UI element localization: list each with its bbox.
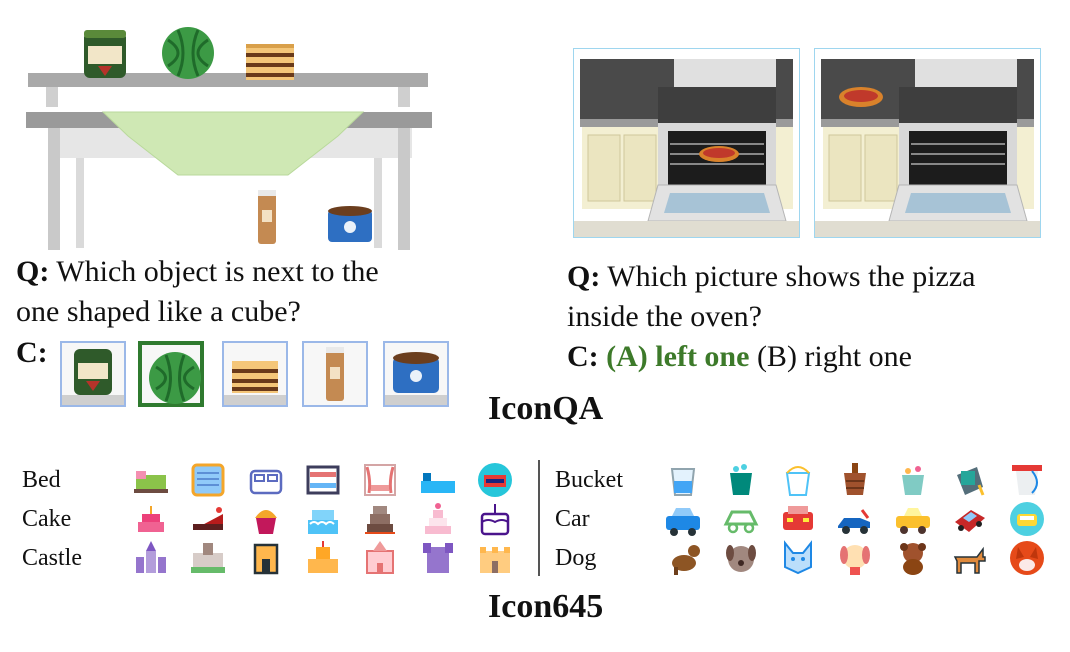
- sandcastle-icon: [308, 541, 338, 573]
- cake-slice-icon: [193, 507, 223, 530]
- question-left: Q: Which object is next to the one shape…: [16, 252, 446, 332]
- oven-with-pizza-outside-icon: [815, 59, 1040, 237]
- castle-icon: [191, 543, 225, 573]
- caption-icon645: Icon645: [488, 588, 604, 625]
- option-b[interactable]: (B) right one: [757, 340, 912, 373]
- caption-iconqa: IconQA: [488, 390, 604, 427]
- cake-icon: [138, 506, 164, 532]
- question-text-line1: Which picture shows the pizza: [607, 260, 976, 293]
- car-icon: [896, 508, 930, 534]
- choice-tube[interactable]: [302, 341, 368, 407]
- oven-with-pizza-inside-icon: [574, 59, 799, 237]
- cake-slice-icon: [224, 361, 286, 405]
- castle-icon: [136, 541, 166, 573]
- category-label-dog: Dog: [555, 545, 597, 571]
- dog-icon: [784, 540, 812, 575]
- dog-icon: [672, 545, 700, 575]
- bucket-icon: [670, 468, 696, 496]
- bucket-icon: [902, 466, 924, 495]
- category-label-car: Car: [555, 506, 590, 532]
- bed-icon: [191, 463, 225, 497]
- castle-icon: [480, 547, 510, 573]
- category-label-bed: Bed: [22, 467, 61, 493]
- car-icon: [955, 510, 985, 532]
- castle-icon: [366, 541, 394, 574]
- car-icon: [723, 510, 759, 534]
- tin-can-icon: [385, 352, 447, 405]
- table-scene: [26, 27, 432, 250]
- tube-icon: [326, 347, 344, 401]
- bucket-icon: [785, 466, 811, 496]
- jar-icon: [62, 349, 124, 405]
- dog-icon: [726, 545, 756, 572]
- question-prefix: Q:: [16, 255, 50, 288]
- tin-can-icon: [328, 206, 372, 242]
- choices-prefix: C:: [567, 340, 599, 373]
- bucket-icon: [957, 467, 985, 496]
- canopy-bed-icon: [364, 464, 396, 496]
- choice-jar[interactable]: [60, 341, 126, 407]
- car-icon: [1010, 502, 1044, 536]
- cake-icon: [480, 504, 510, 536]
- bed-icon: [421, 473, 455, 493]
- question-right: Q: Which picture shows the pizza inside …: [567, 257, 1047, 377]
- cupcake-icon: [255, 510, 277, 534]
- bucket-icon: [730, 464, 752, 495]
- bed-icon: [478, 463, 512, 497]
- watermelon-icon: [149, 352, 201, 404]
- question-text-line1: Which object is next to the: [56, 255, 379, 288]
- tower-icon: [253, 543, 279, 575]
- castle-icon: [423, 543, 453, 573]
- choice-watermelon[interactable]: [138, 341, 204, 407]
- choice-tin-can[interactable]: [383, 341, 449, 407]
- bed-icon: [134, 471, 168, 493]
- bucket-icon: [1012, 465, 1042, 495]
- wedding-cake-icon: [425, 503, 451, 534]
- cake-slice-icon: [246, 44, 294, 80]
- car-icon: [783, 506, 813, 530]
- question-text-line2: one shaped like a cube?: [16, 295, 301, 328]
- bunk-bed-icon: [306, 465, 340, 495]
- bed-icon: [249, 469, 283, 495]
- category-label-bucket: Bucket: [555, 467, 623, 493]
- car-icon: [838, 509, 870, 534]
- category-label-castle: Castle: [22, 545, 82, 571]
- tube-icon: [258, 190, 276, 244]
- category-label-cake: Cake: [22, 506, 72, 532]
- cake-icon: [365, 506, 395, 534]
- oven-picture-a[interactable]: [573, 48, 800, 238]
- divider: [538, 460, 540, 576]
- dog-icon: [840, 545, 870, 575]
- question-text-line2: inside the oven?: [567, 300, 762, 333]
- dog-icon: [900, 543, 926, 575]
- question-prefix: Q:: [567, 260, 601, 293]
- bucket-icon: [844, 463, 866, 495]
- cake-icon: [308, 510, 338, 534]
- oven-picture-b[interactable]: [814, 48, 1041, 238]
- option-a[interactable]: (A) left one: [606, 340, 749, 373]
- choice-cake-slice[interactable]: [222, 341, 288, 407]
- watermelon-icon: [162, 27, 214, 79]
- dog-icon: [1010, 541, 1044, 575]
- jar-icon: [84, 30, 126, 78]
- car-icon: [666, 508, 700, 536]
- dog-icon: [953, 546, 986, 574]
- choices-label-left: C:: [16, 336, 48, 369]
